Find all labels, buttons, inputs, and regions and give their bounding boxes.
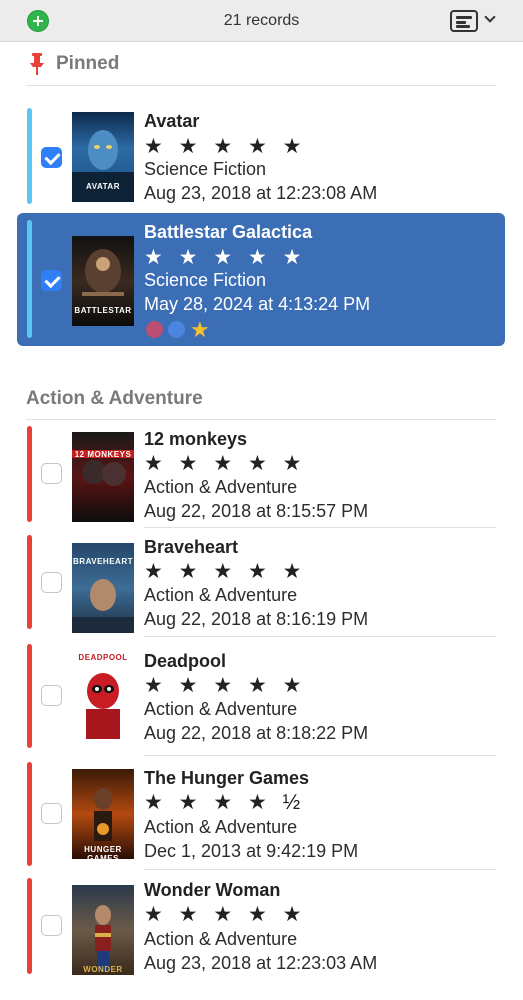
- record-checkbox[interactable]: [41, 147, 62, 168]
- toolbar: 21 records: [0, 0, 523, 42]
- tag-icons: ★: [146, 317, 226, 342]
- poster-title: HUNGER GAMES: [84, 845, 122, 859]
- color-bar: [27, 426, 32, 522]
- record-checkbox[interactable]: [41, 463, 62, 484]
- color-bar: [27, 535, 32, 629]
- blue-check-tag-icon: [168, 321, 185, 338]
- poster-image: BRAVEHEART: [72, 543, 134, 633]
- record-genre: Action & Adventure: [144, 585, 298, 605]
- record-checkbox[interactable]: [41, 803, 62, 824]
- color-bar: [27, 644, 32, 748]
- record-genre: Action & Adventure: [144, 477, 298, 497]
- rating-stars: ★ ★ ★ ★ ★: [144, 560, 307, 583]
- record-genre: Science Fiction: [144, 270, 267, 290]
- poster-title: 12 MONKEYS: [74, 450, 132, 459]
- rating-stars: ★ ★ ★ ★ ½: [144, 791, 306, 814]
- red-check-tag-icon: [146, 321, 163, 338]
- section-header-pinned: Pinned: [56, 53, 120, 74]
- list-view-icon: [450, 10, 478, 32]
- record-title: Braveheart: [144, 537, 239, 557]
- poster-image: 12 MONKEYS: [72, 432, 134, 522]
- record-date: Aug 22, 2018 at 8:18:22 PM: [144, 723, 369, 743]
- record-date: Aug 23, 2018 at 12:23:03 AM: [144, 953, 378, 973]
- poster-title: BRAVEHEART: [73, 557, 133, 566]
- record-date: May 28, 2024 at 4:13:24 PM: [144, 294, 371, 314]
- record-genre: Science Fiction: [144, 159, 267, 179]
- record-genre: Action & Adventure: [144, 699, 298, 719]
- poster-image: AVATAR: [72, 112, 134, 202]
- record-date: Dec 1, 2013 at 9:42:19 PM: [144, 841, 359, 861]
- record-title: The Hunger Games: [144, 768, 310, 788]
- record-title: 12 monkeys: [144, 429, 248, 449]
- chevron-down-icon: [484, 11, 496, 23]
- poster-image: WONDER WOMAN: [72, 885, 134, 975]
- rating-stars: ★ ★ ★ ★ ★: [144, 674, 307, 697]
- divider: [144, 636, 496, 637]
- divider: [26, 85, 496, 86]
- poster-image: BATTLESTAR: [72, 236, 134, 326]
- record-date: Aug 23, 2018 at 12:23:08 AM: [144, 183, 378, 203]
- record-date: Aug 22, 2018 at 8:15:57 PM: [144, 501, 369, 521]
- view-options-button[interactable]: [450, 10, 500, 32]
- record-title: Deadpool: [144, 651, 227, 671]
- color-bar: [27, 878, 32, 974]
- pin-icon: [30, 53, 44, 75]
- color-bar: [27, 108, 32, 204]
- star-tag-icon: ★: [190, 317, 210, 342]
- rating-stars: ★ ★ ★ ★ ★: [144, 452, 307, 475]
- poster-title: WONDER WOMAN: [83, 965, 123, 975]
- record-checkbox[interactable]: [41, 572, 62, 593]
- poster-image: DEADPOOL: [72, 651, 134, 741]
- record-checkbox[interactable]: [41, 685, 62, 706]
- poster-title: BATTLESTAR: [74, 306, 132, 315]
- divider: [144, 755, 496, 756]
- record-title: Avatar: [144, 111, 200, 131]
- divider: [144, 869, 496, 870]
- rating-stars: ★ ★ ★ ★ ★: [144, 135, 307, 158]
- poster-title: DEADPOOL: [78, 653, 128, 662]
- rating-stars: ★ ★ ★ ★ ★: [144, 246, 307, 269]
- divider: [144, 527, 496, 528]
- rating-stars: ★ ★ ★ ★ ★: [144, 903, 307, 926]
- divider: [26, 419, 496, 420]
- record-title: Wonder Woman: [144, 880, 281, 900]
- record-count: 21 records: [223, 12, 300, 29]
- color-bar: [27, 220, 32, 338]
- record-checkbox[interactable]: [41, 915, 62, 936]
- color-bar: [27, 762, 32, 866]
- record-title: Battlestar Galactica: [144, 222, 313, 242]
- poster-image: HUNGER GAMES: [72, 769, 134, 859]
- record-checkbox[interactable]: [41, 270, 62, 291]
- record-genre: Action & Adventure: [144, 817, 298, 837]
- poster-title: AVATAR: [86, 182, 120, 191]
- record-genre: Action & Adventure: [144, 929, 298, 949]
- section-header-action-adventure: Action & Adventure: [26, 388, 203, 409]
- record-date: Aug 22, 2018 at 8:16:19 PM: [144, 609, 369, 629]
